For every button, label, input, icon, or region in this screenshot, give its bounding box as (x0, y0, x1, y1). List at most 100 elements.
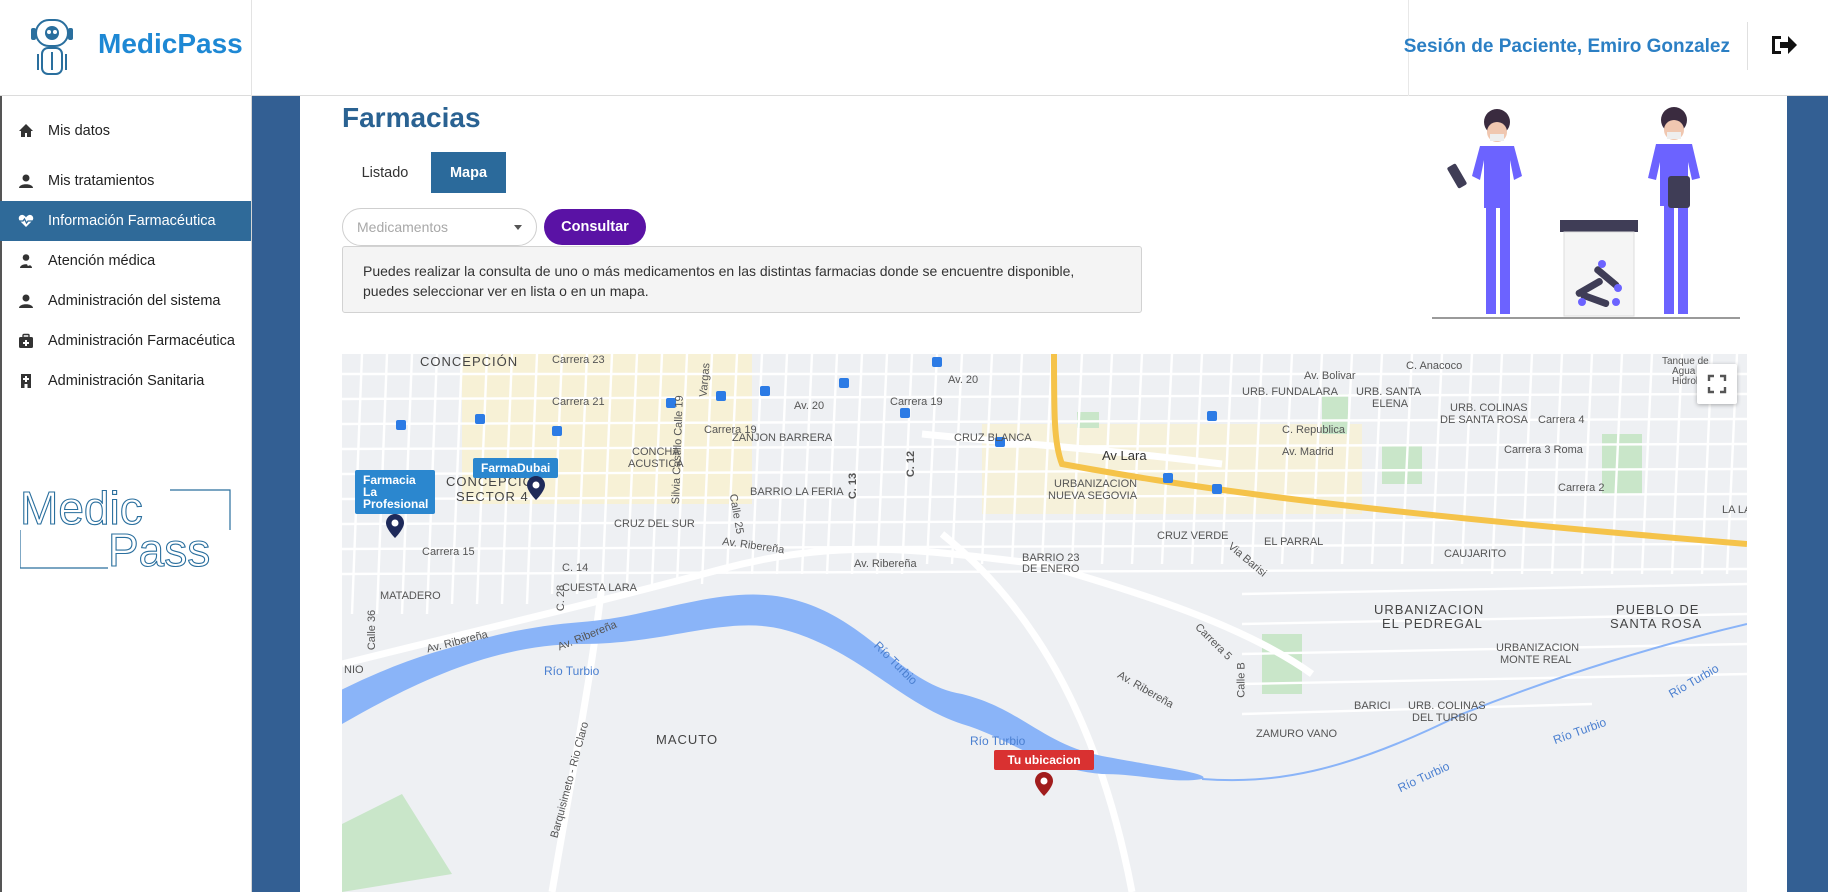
street-label: Av. Bolivar (1304, 370, 1356, 382)
sidebar-item-mis-tratamientos[interactable]: Mis tratamientos (0, 161, 251, 201)
doctor-icon (20, 254, 32, 268)
map-label: URB. COLINAS (1450, 402, 1528, 414)
street-label: C. 14 (562, 562, 589, 574)
street-label: Calle B (1235, 662, 1248, 698)
medicamentos-select[interactable]: Medicamentos (342, 208, 537, 246)
street-label: Carrera 4 (1538, 414, 1585, 426)
map-pin-icon[interactable] (1035, 772, 1053, 796)
sidebar-item-label: Atención médica (48, 253, 156, 269)
select-placeholder: Medicamentos (357, 219, 449, 235)
street-label: Av. 20 (948, 374, 979, 386)
sidebar-item-label: Administración Sanitaria (48, 373, 205, 389)
session-label: Sesión de Paciente, Emiro Gonzalez (1403, 36, 1730, 57)
map-label: SANTA ROSA (1610, 616, 1703, 631)
map-label: URBANIZACION (1054, 478, 1138, 490)
map-label: BARRIO LA FERIA (750, 486, 844, 498)
page-title: Farmacias (342, 102, 481, 133)
street-label: Carrera 15 (422, 546, 475, 558)
heartbeat-icon (18, 214, 34, 227)
street-label: Río Turbio (970, 734, 1026, 748)
logout-icon[interactable] (1768, 30, 1798, 60)
street-label: C. 12 (905, 450, 918, 478)
sidebar-item-administracion-farmaceutica[interactable]: Administración Farmacéutica (0, 321, 251, 361)
map-label: EL PARRAL (1264, 536, 1324, 548)
street-label: Carrera 2 (1558, 482, 1605, 494)
marker-label-tu-ubicacion[interactable]: Tu ubicacion (994, 750, 1094, 770)
street-label: Av. 20 (794, 400, 825, 412)
map-label: LA LAG (1722, 504, 1747, 516)
map-label: PUEBLO DE (1616, 602, 1700, 617)
marker-label-farmadubai[interactable]: FarmaDubai (473, 458, 559, 478)
sidebar-item-administracion-sanitaria[interactable]: Administración Sanitaria (0, 361, 251, 401)
map-label: CUESTA LARA (562, 582, 637, 594)
svg-text:Pass: Pass (108, 524, 210, 570)
map-pin-icon[interactable] (527, 476, 545, 500)
sidebar-item-administracion-sistema[interactable]: Administración del sistema (0, 281, 251, 321)
map-pin-icon[interactable] (386, 514, 404, 538)
map-label: CAUJARITO (1444, 548, 1507, 560)
street-label: C. Republica (1282, 424, 1345, 436)
map-tiles[interactable] (342, 354, 1747, 892)
map-label: DEL TURBIO (1412, 712, 1478, 724)
consultar-button[interactable]: Consultar (544, 209, 646, 245)
user-icon (19, 294, 33, 308)
brand[interactable]: MedicPass (0, 0, 252, 96)
map-label: URB. SANTA (1356, 386, 1422, 398)
map-label: SECTOR 4 (456, 489, 529, 504)
street-label: Av. Ribereña (854, 558, 917, 570)
map-label: DE SANTA ROSA (1440, 414, 1528, 426)
marker-label-farmacia-la-profesional[interactable]: Farmacia La Profesional (355, 470, 435, 514)
map-label: CRUZ BLANCA (954, 432, 1032, 444)
street-label: Av. Madrid (1282, 446, 1334, 458)
hospital-icon (21, 374, 31, 388)
map-label: DE ENERO (1022, 563, 1080, 575)
map-label: NUEVA SEGOVIA (1048, 490, 1138, 502)
fullscreen-button[interactable] (1697, 364, 1737, 404)
street-label: Av Lara (1102, 448, 1147, 463)
map-label: MATADERO (380, 590, 441, 602)
map-label: URBANIZACION (1374, 602, 1485, 617)
home-icon (19, 124, 33, 137)
street-label: C. 13 (847, 472, 860, 500)
map-label: CRUZ DEL SUR (614, 518, 695, 530)
street-label: Carrera 23 (552, 354, 605, 366)
medicpass-wordmark-logo: Medic Pass (20, 481, 231, 570)
tab-mapa[interactable]: Mapa (431, 152, 506, 193)
map-label: URBANIZACION (1496, 642, 1580, 654)
user-icon (19, 174, 33, 188)
robot-logo-icon (31, 19, 73, 75)
medkit-icon (19, 333, 33, 348)
pharmacy-map[interactable]: CONCEPCIÓN CONCEPCION SECTOR 4 CONCHA AC… (342, 354, 1747, 892)
top-header: MedicPass Sesión de Paciente, Emiro Gonz… (0, 0, 1828, 96)
header-divider (1747, 22, 1748, 70)
street-label: Carrera 19 (890, 396, 943, 408)
map-label: NIO (344, 664, 364, 676)
street-label: Carrera 21 (552, 396, 605, 408)
sidebar-item-label: Mis datos (48, 123, 111, 139)
map-label: URB. FUNDALARA (1242, 386, 1338, 398)
sidebar-item-atencion-medica[interactable]: Atención médica (0, 241, 251, 281)
pharmacists-illustration (1432, 107, 1740, 319)
street-label: Carrera 19 (704, 424, 757, 436)
map-label: EL PEDREGAL (1382, 616, 1483, 631)
sidebar-item-label: Administración Farmacéutica (48, 333, 235, 349)
sidebar-item-label: Información Farmacéutica (48, 213, 216, 229)
sidebar: Mis datos Mis tratamientos Información F… (0, 96, 252, 892)
brand-name: MedicPass (98, 28, 243, 59)
street-label: Carrera 3 Roma (1504, 444, 1583, 456)
left-frame-band (252, 96, 300, 892)
street-label: C. Anacoco (1406, 360, 1463, 372)
sidebar-item-informacion-farmaceutica[interactable]: Información Farmacéutica (0, 201, 251, 241)
map-label: MONTE REAL (1500, 654, 1572, 666)
sidebar-item-label: Mis tratamientos (48, 173, 155, 189)
tab-listado[interactable]: Listado (342, 152, 428, 193)
map-label: ELENA (1372, 398, 1409, 410)
map-label: ZAMURO VANO (1256, 728, 1338, 740)
fullscreen-icon (1707, 374, 1727, 394)
map-label: URB. COLINAS (1408, 700, 1486, 712)
map-label: CRUZ VERDE (1157, 530, 1229, 542)
sidebar-item-mis-datos[interactable]: Mis datos (0, 111, 251, 151)
street-label: C. 28 (555, 584, 568, 612)
map-label: BARICI (1354, 700, 1391, 712)
street-label: Calle 36 (366, 609, 379, 651)
